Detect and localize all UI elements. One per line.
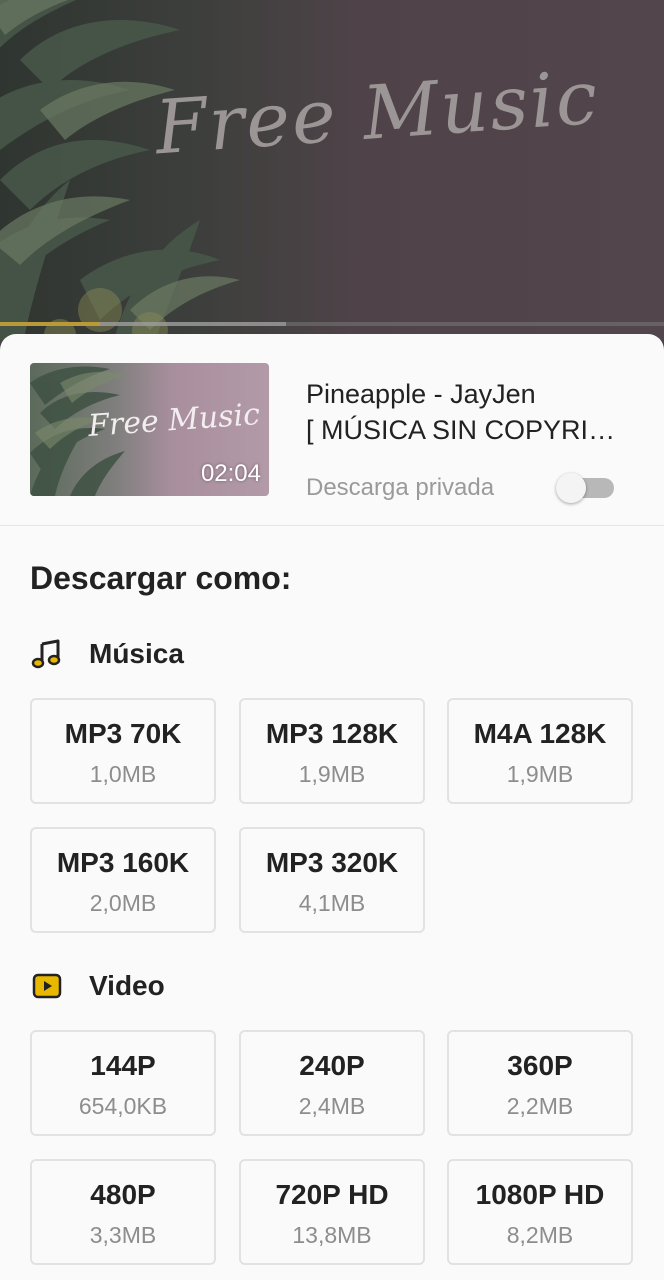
format-size: 654,0KB: [78, 1093, 168, 1119]
format-option-144p[interactable]: 144P 654,0KB: [30, 1030, 216, 1136]
video-title: Pineapple - JayJen [ MÚSICA SIN COPYRIGH…: [306, 376, 646, 448]
format-size: 2,2MB: [506, 1093, 574, 1119]
music-category-label: Música: [89, 638, 184, 669]
format-size: 4,1MB: [298, 890, 366, 916]
format-size: 2,0MB: [89, 890, 157, 916]
private-download-toggle[interactable]: [556, 473, 614, 503]
format-option-mp3-320k[interactable]: MP3 320K 4,1MB: [239, 827, 425, 933]
video-title-line1: Pineapple - JayJen: [306, 379, 536, 409]
video-player[interactable]: Free Music: [0, 0, 664, 340]
video-category-header: Video: [30, 966, 165, 1006]
video-info-header: Free Music 02:04 Pineapple - JayJen [ MÚ…: [0, 334, 664, 526]
play-box-icon: [30, 969, 64, 1003]
format-quality: 144P: [90, 1050, 156, 1081]
format-option-240p[interactable]: 240P 2,4MB: [239, 1030, 425, 1136]
video-category-label: Video: [89, 970, 165, 1001]
toggle-knob: [556, 473, 586, 503]
format-quality: M4A 128K: [473, 718, 607, 749]
music-note-icon: [30, 637, 64, 671]
format-quality: 240P: [299, 1050, 365, 1081]
format-size: 1,0MB: [89, 761, 157, 787]
format-option-mp3-160k[interactable]: MP3 160K 2,0MB: [30, 827, 216, 933]
format-option-720p-hd[interactable]: 720P HD 13,8MB: [239, 1159, 425, 1265]
format-size: 1,9MB: [298, 761, 366, 787]
format-quality: MP3 320K: [265, 847, 399, 878]
video-title-line2: [ MÚSICA SIN COPYRIGHT ]: [306, 415, 636, 445]
private-download-label: Descarga privada: [306, 474, 495, 501]
format-size: 8,2MB: [506, 1222, 574, 1248]
music-category-header: Música: [30, 634, 184, 674]
format-option-480p[interactable]: 480P 3,3MB: [30, 1159, 216, 1265]
download-as-heading: Descargar como:: [30, 560, 292, 596]
format-option-mp3-128k[interactable]: MP3 128K 1,9MB: [239, 698, 425, 804]
format-size: 1,9MB: [506, 761, 574, 787]
format-option-m4a-128k[interactable]: M4A 128K 1,9MB: [447, 698, 633, 804]
format-size: 2,4MB: [298, 1093, 366, 1119]
format-quality: MP3 160K: [56, 847, 190, 878]
format-option-1080p-hd[interactable]: 1080P HD 8,2MB: [447, 1159, 633, 1265]
download-bottom-sheet: Free Music 02:04 Pineapple - JayJen [ MÚ…: [0, 334, 664, 1280]
progress-fill: [0, 322, 100, 326]
format-quality: 360P: [507, 1050, 573, 1081]
video-duration: 02:04: [200, 460, 261, 487]
format-option-360p[interactable]: 360P 2,2MB: [447, 1030, 633, 1136]
format-quality: 1080P HD: [475, 1179, 605, 1210]
format-quality: 480P: [90, 1179, 156, 1210]
video-thumbnail: Free Music 02:04: [30, 363, 269, 496]
format-quality: MP3 70K: [64, 718, 182, 749]
format-quality: 720P HD: [275, 1179, 389, 1210]
format-option-mp3-70k[interactable]: MP3 70K 1,0MB: [30, 698, 216, 804]
format-size: 3,3MB: [89, 1222, 157, 1248]
pineapple-leaves-image: [0, 0, 240, 340]
format-quality: MP3 128K: [265, 718, 399, 749]
format-size: 13,8MB: [292, 1222, 372, 1248]
